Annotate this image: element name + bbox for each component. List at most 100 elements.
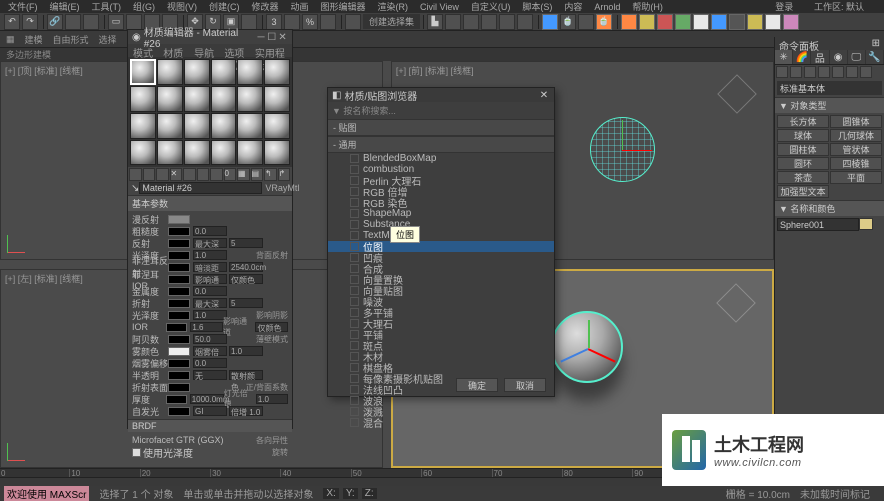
menu-rendering[interactable]: 渲染(R) (378, 0, 409, 13)
map-item[interactable]: 大理石 (328, 318, 554, 329)
close-button[interactable]: ✕ (277, 32, 288, 43)
ok-button[interactable]: 确定 (456, 378, 498, 392)
material-slot[interactable] (157, 140, 183, 166)
spinner[interactable]: 0.0 (193, 358, 227, 368)
align-button[interactable] (445, 14, 461, 30)
color-swatch[interactable] (168, 299, 190, 308)
curve-editor-button[interactable] (499, 14, 515, 30)
obj-type-header[interactable]: ▼ 对象类型 (775, 98, 884, 113)
timeline[interactable]: 0 / 100 0102030405060708090100 (0, 468, 774, 486)
viewcube[interactable] (715, 72, 759, 116)
put-to-scene-button[interactable] (143, 168, 156, 181)
material-slot[interactable] (264, 140, 290, 166)
put-library-button[interactable] (210, 168, 223, 181)
rollout-header[interactable]: BRDF (128, 420, 292, 432)
make-copy-button[interactable] (183, 168, 196, 181)
map-item[interactable]: 噪波 (328, 296, 554, 307)
mat-menu-utils[interactable]: 实用程序(U) (250, 44, 292, 57)
object-color-chip[interactable] (859, 218, 873, 230)
tool-h[interactable] (747, 14, 763, 30)
spinner[interactable]: 1.0 (193, 310, 227, 320)
toggle-ribbon-button[interactable] (481, 14, 497, 30)
spinner[interactable]: 影响通道 (193, 274, 227, 284)
menu-file[interactable]: 文件(F) (8, 0, 38, 13)
brdf-model[interactable]: Microfacet GTR (GGX) (132, 435, 224, 445)
primitive-button[interactable]: 球体 (777, 129, 829, 142)
angle-snap-button[interactable] (284, 14, 300, 30)
spinner[interactable]: 5 (229, 298, 263, 308)
mat-editor-titlebar[interactable]: ◉ 材质编辑器 - Material #26 ─ ☐ ✕ (128, 30, 292, 44)
primitive-button[interactable]: 几何球体 (830, 129, 882, 142)
menu-help[interactable]: 帮助(H) (632, 0, 663, 13)
object-name-input[interactable] (777, 218, 859, 231)
create-tab[interactable]: ✳ (775, 50, 793, 64)
color-swatch[interactable] (168, 383, 190, 392)
ribbon-tab-freeform[interactable]: 自由形式 (53, 33, 89, 46)
spinner[interactable]: 5 (229, 238, 263, 248)
show-map-button[interactable]: ▦ (237, 168, 250, 181)
material-name-input[interactable] (139, 182, 262, 194)
menu-animation[interactable]: 动画 (291, 0, 309, 13)
primitive-button[interactable]: 加强型文本 (777, 185, 829, 198)
motion-tab[interactable]: ◉ (830, 50, 848, 64)
use-gloss-checkbox[interactable] (132, 448, 141, 457)
spinner[interactable]: 最大深度 (193, 238, 227, 248)
snap-button[interactable]: 3 (266, 14, 282, 30)
menu-edit[interactable]: 编辑(E) (50, 0, 80, 13)
primitive-button[interactable]: 平面 (830, 171, 882, 184)
color-swatch[interactable] (168, 359, 190, 368)
material-slot[interactable] (211, 59, 237, 85)
color-swatch[interactable] (168, 287, 190, 296)
tool-e[interactable] (693, 14, 709, 30)
spinner-snap-button[interactable] (320, 14, 336, 30)
login-link[interactable]: 登录 (775, 2, 793, 12)
map-item[interactable]: Substance (328, 219, 554, 230)
color-swatch[interactable] (166, 395, 187, 404)
spinner[interactable]: 暗淡距离 (193, 262, 227, 272)
modify-tab[interactable]: 🌈 (793, 50, 811, 64)
material-slot[interactable] (184, 86, 210, 112)
render-button[interactable]: 🍵 (596, 14, 612, 30)
menu-civilview[interactable]: Civil View (420, 2, 459, 12)
spinner[interactable]: 50.0 (193, 334, 227, 344)
menu-arnold[interactable]: Arnold (594, 2, 620, 12)
make-unique-button[interactable] (197, 168, 210, 181)
spinner[interactable]: 1.6 (190, 322, 223, 332)
material-slot[interactable] (211, 140, 237, 166)
menu-modifiers[interactable]: 修改器 (252, 0, 279, 13)
menu-scripting[interactable]: 脚本(S) (522, 0, 552, 13)
pick-icon[interactable]: ↘ (131, 183, 139, 194)
primitive-button[interactable]: 管状体 (830, 143, 882, 156)
wireframe-sphere[interactable] (590, 117, 655, 182)
hierarchy-tab[interactable]: 品 (811, 50, 829, 64)
section-maps[interactable]: - 贴图 (328, 119, 554, 136)
cancel-button[interactable]: 取消 (504, 378, 546, 392)
color-swatch[interactable] (168, 251, 190, 260)
helpers-subtab[interactable] (832, 66, 844, 78)
coord-z[interactable]: Z: (362, 488, 377, 499)
map-item[interactable]: 合成 (328, 263, 554, 274)
schematic-button[interactable] (517, 14, 533, 30)
systems-subtab[interactable] (860, 66, 872, 78)
name-color-header[interactable]: ▼ 名称和颜色 (775, 201, 884, 216)
vp-front-label[interactable]: [+] [前] [标准] [线框] (396, 64, 474, 77)
shapes-subtab[interactable] (790, 66, 802, 78)
show-end-button[interactable]: ▤ (251, 168, 264, 181)
geometry-subtab[interactable] (776, 66, 788, 78)
ribbon-icon[interactable]: ▦ (6, 34, 15, 45)
ribbon-tab-selection[interactable]: 选择 (99, 33, 117, 46)
layers-button[interactable] (463, 14, 479, 30)
primitive-button[interactable]: 圆环 (777, 157, 829, 170)
material-slot[interactable] (184, 113, 210, 139)
tool-d[interactable] (675, 14, 691, 30)
time-ruler[interactable]: 0102030405060708090100 (0, 468, 774, 478)
mat-id-button[interactable]: 0 (224, 168, 237, 181)
color-swatch[interactable] (168, 275, 190, 284)
spinner[interactable]: 0.0 (193, 226, 227, 236)
material-slot[interactable] (130, 86, 156, 112)
map-item[interactable]: 向量贴图 (328, 285, 554, 296)
spinner[interactable]: 无 (193, 370, 227, 380)
mat-menu-material[interactable]: 材质(M) (158, 44, 189, 57)
material-editor-button[interactable] (542, 14, 558, 30)
category-dropdown[interactable]: 标准基本体 (777, 81, 882, 95)
